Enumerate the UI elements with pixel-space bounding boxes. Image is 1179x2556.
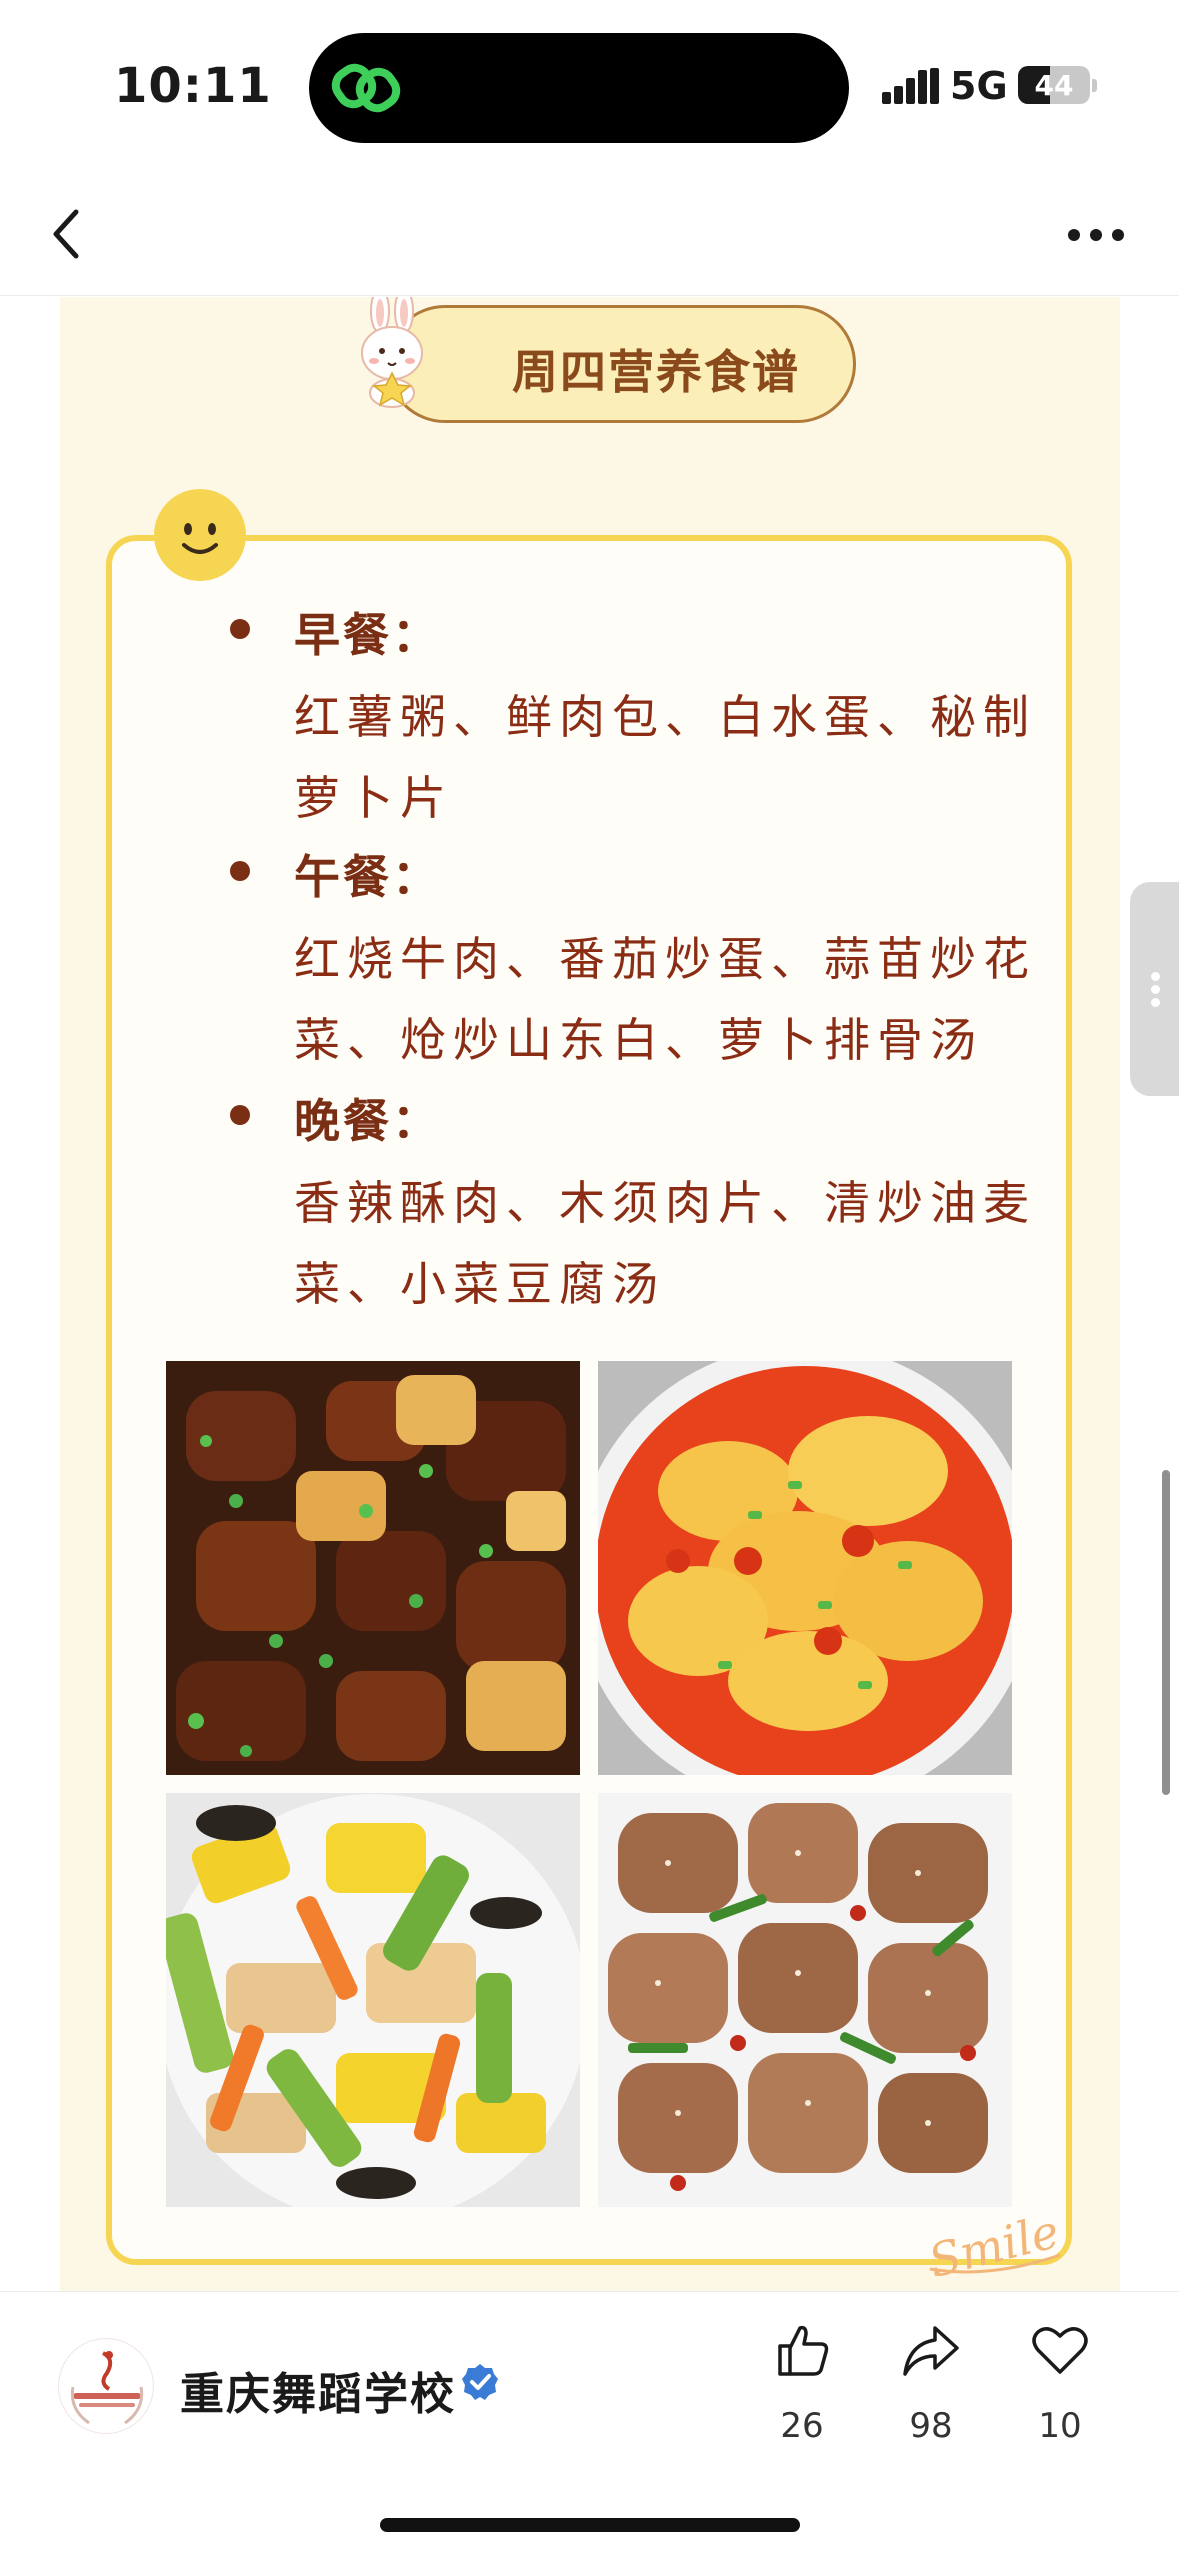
chevron-left-icon: [53, 209, 79, 259]
status-bar: 10:11 5G 44: [0, 0, 1179, 170]
smiley-icon: [154, 489, 246, 581]
more-horizontal-icon: [1068, 229, 1124, 241]
title-pill: 周四营养食谱: [386, 305, 856, 423]
bullet: [230, 619, 250, 639]
battery-level: 44: [1034, 69, 1074, 102]
dynamic-island: [309, 33, 849, 143]
bullet: [230, 1105, 250, 1125]
smile-signature-decoration: Smile: [923, 2207, 1064, 2287]
tomato-egg-photo[interactable]: [598, 1361, 1012, 1775]
battery-icon: 44: [1018, 66, 1098, 104]
menu-poster: 周四营养食谱 早餐： 红薯粥、鲜肉包、白水蛋、秘制萝卜片 午餐： 红烧牛肉、番茄…: [60, 297, 1120, 2291]
share-count: 98: [909, 2406, 953, 2446]
cellular-signal-icon: [882, 68, 939, 104]
back-button[interactable]: [40, 198, 100, 268]
thumbs-up-icon: [778, 2325, 829, 2376]
nav-bar: [0, 170, 1179, 296]
favorite-count: 10: [1038, 2406, 1082, 2446]
meal-items: 香辣酥肉、木须肉片、清炒油麦菜、小菜豆腐汤: [294, 1176, 1036, 1311]
spicy-crispy-pork-photo[interactable]: [598, 1793, 1012, 2207]
svg-text:Smile: Smile: [923, 2207, 1064, 2287]
meal-label: 早餐：: [294, 608, 441, 662]
more-button[interactable]: [1060, 210, 1140, 260]
braised-beef-potato-photo[interactable]: [166, 1361, 580, 1775]
poster-title: 周四营养食谱: [512, 345, 800, 399]
mushroom-pork-egg-photo[interactable]: [166, 1793, 580, 2207]
verified-badge-icon: [462, 2364, 498, 2400]
status-time: 10:11: [114, 58, 272, 114]
link-icon: [331, 63, 401, 113]
food-photo-grid: [166, 1361, 1012, 2207]
article-content[interactable]: 周四营养食谱 早餐： 红薯粥、鲜肉包、白水蛋、秘制萝卜片 午餐： 红烧牛肉、番茄…: [0, 297, 1179, 2291]
meal-items: 红薯粥、鲜肉包、白水蛋、秘制萝卜片: [294, 690, 1036, 825]
bottom-bar: 重庆舞蹈学校 26 98 10: [0, 2291, 1179, 2556]
meal-label: 午餐：: [294, 850, 441, 904]
heart-icon: [1032, 2327, 1088, 2374]
account-avatar[interactable]: [58, 2338, 154, 2434]
meal-items: 红烧牛肉、番茄炒蛋、蒜苗炒花菜、炝炒山东白、萝卜排骨汤: [294, 932, 1036, 1067]
home-indicator[interactable]: [380, 2518, 800, 2532]
scrollbar[interactable]: [1162, 1470, 1170, 1795]
school-logo-icon: [70, 2351, 144, 2425]
meal-label: 晚餐：: [294, 1094, 441, 1148]
share-button[interactable]: 98: [881, 2320, 981, 2470]
favorite-button[interactable]: 10: [1010, 2320, 1110, 2470]
network-type: 5G: [950, 64, 1008, 108]
bullet: [230, 861, 250, 881]
bunny-mascot-icon: [361, 297, 423, 408]
like-button[interactable]: 26: [752, 2320, 852, 2470]
account-name[interactable]: 重庆舞蹈学校: [180, 2358, 456, 2422]
like-count: 26: [780, 2406, 824, 2446]
share-icon: [903, 2326, 959, 2376]
floating-side-handle[interactable]: [1130, 882, 1179, 1096]
